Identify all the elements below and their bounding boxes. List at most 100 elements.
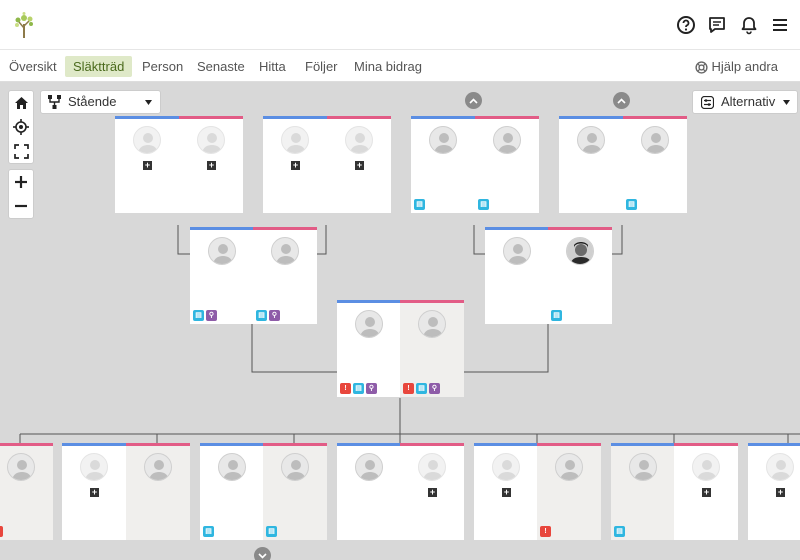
add-plus-icon[interactable]: + bbox=[502, 488, 511, 497]
source-icon[interactable]: ▤ bbox=[256, 310, 267, 321]
source-icon[interactable]: ▤ bbox=[416, 383, 427, 394]
add-plus-icon[interactable]: + bbox=[355, 161, 364, 170]
minus-icon bbox=[15, 204, 27, 208]
warning-icon[interactable]: ! bbox=[403, 383, 414, 394]
source-icon[interactable]: ▤ bbox=[193, 310, 204, 321]
bell-icon[interactable] bbox=[739, 15, 759, 35]
person-card[interactable] bbox=[126, 443, 190, 540]
person-card[interactable]: ▤ bbox=[623, 116, 687, 213]
plus-icon bbox=[15, 176, 27, 188]
avatar-placeholder-icon bbox=[281, 126, 309, 154]
person-card[interactable]: ▤ bbox=[611, 443, 675, 540]
avatar-placeholder-icon bbox=[503, 237, 531, 265]
person-card[interactable]: ▤ ⚲ bbox=[190, 227, 254, 324]
tree-link-icon[interactable]: ⚲ bbox=[429, 383, 440, 394]
avatar-placeholder-icon bbox=[555, 453, 583, 481]
source-icon[interactable]: ▤ bbox=[203, 526, 214, 537]
home-button[interactable] bbox=[9, 91, 33, 115]
add-plus-icon[interactable]: + bbox=[702, 488, 711, 497]
expand-up-button[interactable] bbox=[465, 92, 482, 109]
nav-slakttrad[interactable]: Släktträd bbox=[65, 56, 133, 77]
person-card[interactable]: ! ▤ ⚲ bbox=[337, 300, 401, 397]
add-person-card[interactable]: + bbox=[263, 116, 327, 213]
person-card[interactable]: ▤ ⚲ bbox=[253, 227, 317, 324]
source-icon[interactable]: ▤ bbox=[478, 199, 489, 210]
avatar-placeholder-icon bbox=[144, 453, 172, 481]
add-person-card[interactable]: + bbox=[62, 443, 126, 540]
add-person-card[interactable]: + bbox=[400, 443, 464, 540]
source-icon[interactable]: ▤ bbox=[414, 199, 425, 210]
expand-up-button[interactable] bbox=[613, 92, 630, 109]
avatar-placeholder-icon bbox=[429, 126, 457, 154]
add-person-card[interactable]: + bbox=[179, 116, 243, 213]
person-card[interactable] bbox=[559, 116, 623, 213]
add-person-card[interactable]: + bbox=[115, 116, 179, 213]
person-card[interactable] bbox=[337, 443, 401, 540]
tree-link-icon[interactable]: ⚲ bbox=[269, 310, 280, 321]
tree-link-icon[interactable]: ⚲ bbox=[206, 310, 217, 321]
source-icon[interactable]: ▤ bbox=[266, 526, 277, 537]
nav-person[interactable]: Person bbox=[134, 56, 191, 77]
add-plus-icon[interactable]: + bbox=[143, 161, 152, 170]
source-icon[interactable]: ▤ bbox=[614, 526, 625, 537]
add-plus-icon[interactable]: + bbox=[90, 488, 99, 497]
fullscreen-button[interactable] bbox=[9, 139, 33, 163]
avatar-placeholder-icon bbox=[281, 453, 309, 481]
chevron-up-icon bbox=[469, 97, 478, 104]
person-card[interactable]: ▤ bbox=[200, 443, 264, 540]
avatar-placeholder-icon bbox=[197, 126, 225, 154]
help-icon[interactable] bbox=[676, 15, 696, 35]
add-person-card[interactable]: + bbox=[474, 443, 538, 540]
avatar-placeholder-icon bbox=[492, 453, 520, 481]
expand-down-button[interactable] bbox=[254, 547, 271, 560]
nav-mina-bidrag[interactable]: Mina bidrag bbox=[346, 56, 430, 77]
person-card[interactable] bbox=[485, 227, 549, 324]
nav-oversikt[interactable]: Översikt bbox=[1, 56, 65, 77]
add-plus-icon[interactable]: + bbox=[207, 161, 216, 170]
person-card[interactable]: ! ▤ ⚲ bbox=[400, 300, 464, 397]
options-dropdown[interactable]: Alternativ bbox=[692, 90, 798, 114]
options-dropdown-label: Alternativ bbox=[721, 94, 776, 109]
home-icon bbox=[14, 97, 28, 109]
avatar-placeholder-icon bbox=[80, 453, 108, 481]
person-card[interactable]: ▤ bbox=[263, 443, 327, 540]
tree-link-icon[interactable]: ⚲ bbox=[366, 383, 377, 394]
person-card[interactable]: ▤ bbox=[411, 116, 475, 213]
add-plus-icon[interactable]: + bbox=[428, 488, 437, 497]
add-person-card[interactable]: + bbox=[327, 116, 391, 213]
family-tree-logo[interactable] bbox=[12, 12, 36, 38]
layout-dropdown[interactable]: Stående bbox=[40, 90, 161, 114]
warning-icon[interactable]: ! bbox=[340, 383, 351, 394]
add-plus-icon[interactable]: + bbox=[291, 161, 300, 170]
nav-hitta[interactable]: Hitta bbox=[251, 56, 294, 77]
avatar-placeholder-icon bbox=[218, 453, 246, 481]
add-person-card[interactable]: + bbox=[748, 443, 800, 540]
avatar-placeholder-icon bbox=[629, 453, 657, 481]
help-others-link[interactable]: Hjälp andra bbox=[694, 56, 778, 77]
warning-icon[interactable]: ! bbox=[0, 526, 3, 537]
nav-foljer[interactable]: Följer bbox=[297, 56, 346, 77]
messages-icon[interactable] bbox=[707, 15, 727, 35]
person-card[interactable]: ▤ bbox=[548, 227, 612, 324]
nav-senaste[interactable]: Senaste bbox=[189, 56, 253, 77]
caret-down-icon bbox=[145, 100, 152, 105]
center-button[interactable] bbox=[9, 115, 33, 139]
menu-icon[interactable] bbox=[770, 15, 790, 35]
person-card[interactable]: ! bbox=[537, 443, 601, 540]
person-card[interactable]: ! bbox=[0, 443, 53, 540]
warning-icon[interactable]: ! bbox=[540, 526, 551, 537]
source-icon[interactable]: ▤ bbox=[353, 383, 364, 394]
tree-canvas[interactable]: Stående Alternativ ++++▤▤▤▤⚲▤⚲▤!▤⚲!▤⚲!+▤… bbox=[0, 82, 800, 560]
source-icon[interactable]: ▤ bbox=[626, 199, 637, 210]
add-plus-icon[interactable]: + bbox=[776, 488, 785, 497]
zoom-in-button[interactable] bbox=[9, 170, 33, 194]
chevron-up-icon bbox=[617, 97, 626, 104]
add-person-card[interactable]: + bbox=[674, 443, 738, 540]
person-card[interactable]: ▤ bbox=[475, 116, 539, 213]
avatar-placeholder-icon bbox=[355, 310, 383, 338]
zoom-out-button[interactable] bbox=[9, 194, 33, 218]
main-nav: Översikt Släktträd Person Senaste Hitta … bbox=[0, 50, 800, 82]
avatar-placeholder-icon bbox=[493, 126, 521, 154]
source-icon[interactable]: ▤ bbox=[551, 310, 562, 321]
avatar-placeholder-icon bbox=[133, 126, 161, 154]
